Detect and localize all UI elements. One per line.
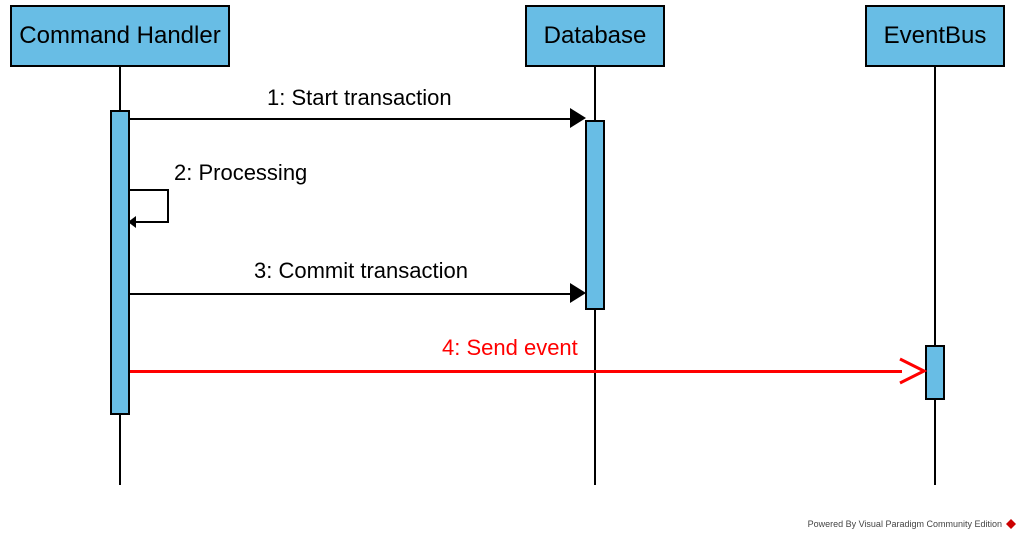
diagram-footer: Powered By Visual Paradigm Community Edi…	[808, 519, 1016, 529]
activation-database	[585, 120, 605, 310]
participant-label: EventBus	[884, 22, 987, 50]
activation-eventbus	[925, 345, 945, 400]
message-label-3: 3: Commit transaction	[250, 258, 472, 284]
participant-label: Database	[544, 22, 647, 50]
visual-paradigm-logo-icon	[1006, 519, 1016, 529]
message-arrow-3	[130, 293, 574, 295]
participant-label: Command Handler	[19, 22, 220, 50]
message-label-1: 1: Start transaction	[263, 85, 456, 111]
message-arrow-1	[130, 118, 574, 120]
arrowhead-open-icon	[898, 357, 928, 385]
message-label-2: 2: Processing	[170, 160, 311, 186]
activation-command-handler	[110, 110, 130, 415]
message-arrow-4	[130, 370, 902, 373]
message-label-4: 4: Send event	[438, 335, 582, 361]
arrowhead-solid-icon	[570, 108, 590, 128]
participant-eventbus: EventBus	[865, 5, 1005, 67]
participant-command-handler: Command Handler	[10, 5, 230, 67]
arrowhead-solid-icon	[570, 283, 590, 303]
participant-database: Database	[525, 5, 665, 67]
footer-text: Powered By Visual Paradigm Community Edi…	[808, 519, 1002, 529]
lifeline-eventbus	[934, 67, 936, 485]
message-arrow-2-self	[128, 188, 188, 238]
